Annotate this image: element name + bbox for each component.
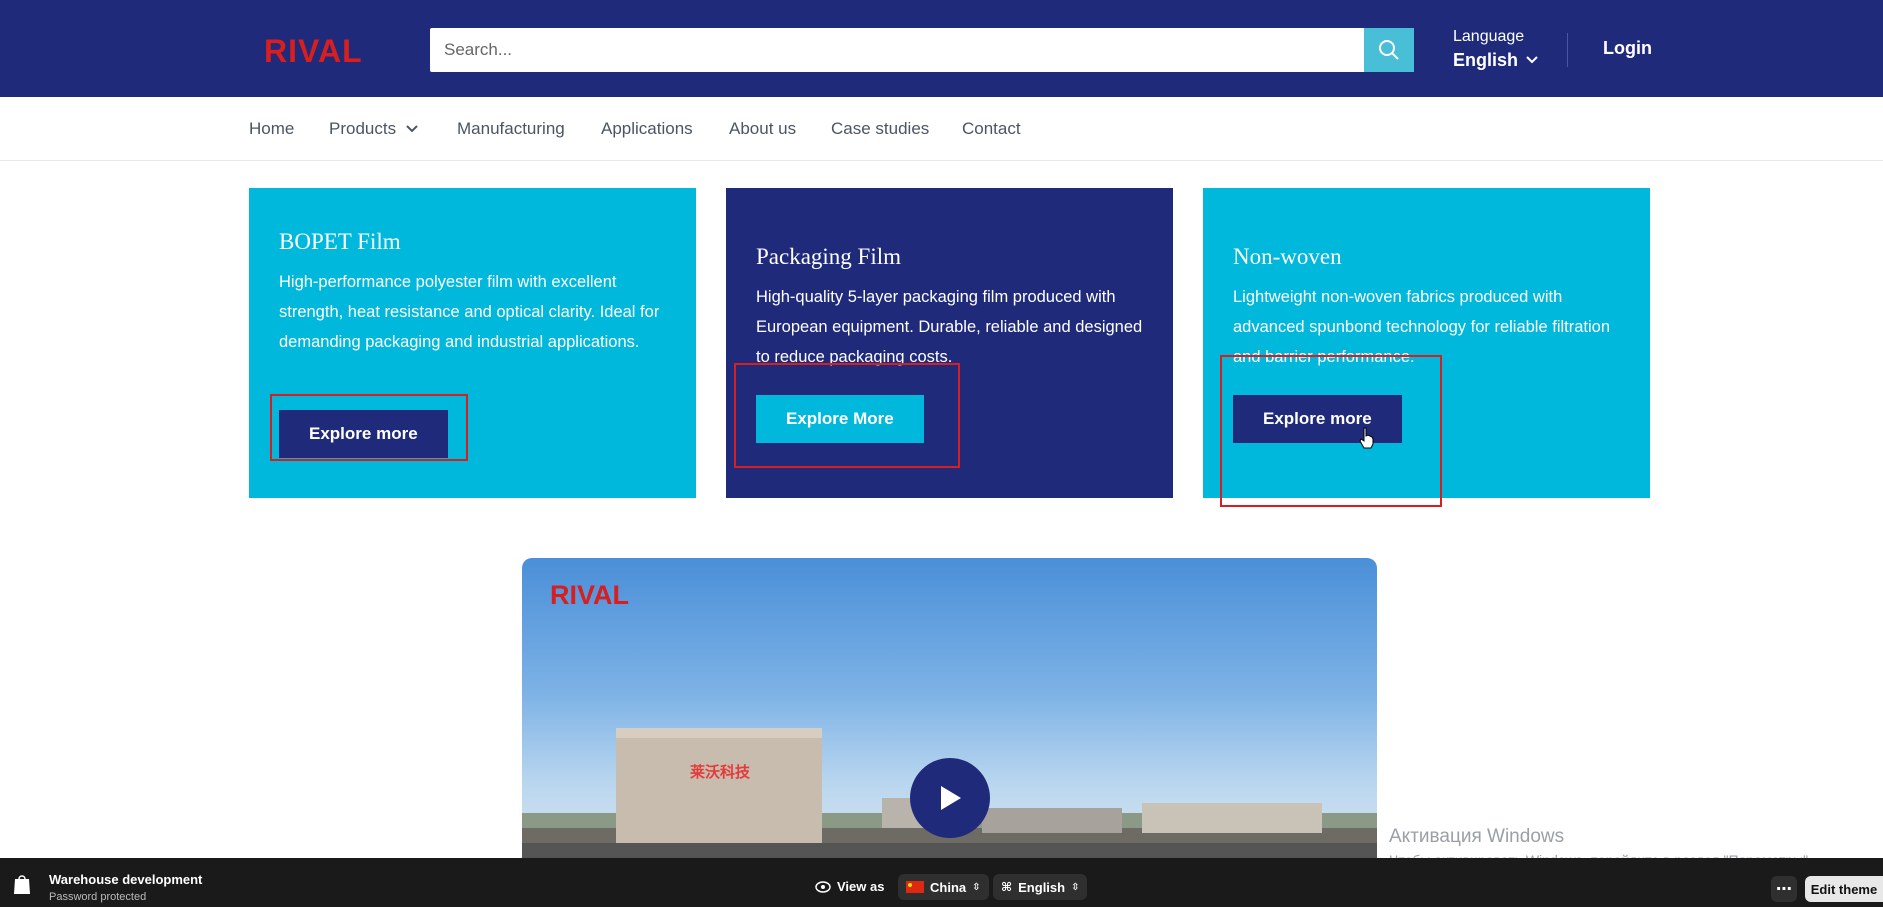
password-status: Password protected	[49, 891, 147, 903]
rival-logo[interactable]: RIVAL	[264, 34, 376, 66]
nav-applications[interactable]: Applications	[601, 119, 693, 139]
card-description: Lightweight non-woven fabrics produced w…	[1233, 288, 1611, 366]
svg-text:RIVAL: RIVAL	[264, 34, 363, 66]
building-sign: 莱沃科技	[690, 764, 751, 781]
eye-icon	[815, 880, 831, 893]
shopify-bag-icon	[14, 875, 30, 894]
language-selector[interactable]: Language English	[1453, 27, 1538, 73]
search-input[interactable]	[430, 28, 1364, 72]
explore-more-button[interactable]: Explore More	[756, 395, 924, 443]
updown-icon: ⇳	[972, 881, 981, 893]
nav-home[interactable]: Home	[249, 119, 294, 139]
product-card-packaging: Packaging Film High-quality 5-layer pack…	[726, 188, 1173, 498]
svg-text:RIVAL: RIVAL	[550, 580, 629, 608]
theme-preview-bar: Warehouse development Password protected…	[0, 858, 1883, 907]
nav-contact[interactable]: Contact	[962, 119, 1021, 139]
search-bar	[430, 28, 1414, 72]
nav-about-us[interactable]: About us	[729, 119, 796, 139]
login-link[interactable]: Login	[1603, 38, 1652, 59]
site-header: RIVAL Language English Login	[0, 0, 1883, 97]
edit-theme-button[interactable]: Edit theme	[1805, 876, 1883, 902]
play-icon	[941, 786, 961, 810]
search-icon	[1379, 40, 1399, 60]
language-value[interactable]: English	[1453, 47, 1538, 73]
activation-title: Активация Windows	[1389, 826, 1565, 847]
card-description: High-quality 5-layer packaging film prod…	[756, 288, 1143, 366]
country-selector[interactable]: China ⇳	[898, 874, 989, 900]
more-options-button[interactable]: ⋯	[1771, 876, 1797, 902]
card-description: High-performance polyester film with exc…	[279, 273, 660, 351]
nav-manufacturing[interactable]: Manufacturing	[457, 119, 565, 139]
language-label: Language	[1453, 28, 1525, 45]
explore-more-button[interactable]: Explore more	[1233, 395, 1402, 443]
product-card-nonwoven: Non-woven Lightweight non-woven fabrics …	[1203, 188, 1650, 498]
preview-language-selector[interactable]: ⌘ English ⇳	[993, 874, 1088, 900]
factory-video[interactable]: RIVAL 莱沃科技	[522, 558, 1377, 858]
chevron-down-icon	[1526, 56, 1538, 64]
play-button[interactable]	[910, 758, 990, 838]
explore-more-button[interactable]: Explore more	[279, 410, 448, 458]
video-logo: RIVAL	[550, 580, 629, 608]
header-divider	[1567, 33, 1568, 67]
card-title: Packaging Film	[756, 244, 902, 269]
view-as-label: View as	[815, 879, 884, 894]
nav-case-studies[interactable]: Case studies	[831, 119, 929, 139]
store-name: Warehouse development	[49, 872, 203, 887]
chevron-down-icon	[406, 125, 418, 133]
product-card-bopet: BOPET Film High-performance polyester fi…	[249, 188, 696, 498]
translate-icon: ⌘	[1001, 880, 1013, 894]
card-title: BOPET Film	[279, 229, 401, 254]
main-navigation: Home Products Manufacturing Applications…	[0, 97, 1883, 161]
card-title: Non-woven	[1233, 244, 1342, 269]
hand-cursor-icon	[1359, 427, 1374, 449]
updown-icon: ⇳	[1071, 881, 1080, 893]
nav-products[interactable]: Products	[329, 119, 418, 139]
search-button[interactable]	[1364, 28, 1414, 72]
china-flag-icon	[906, 881, 924, 893]
